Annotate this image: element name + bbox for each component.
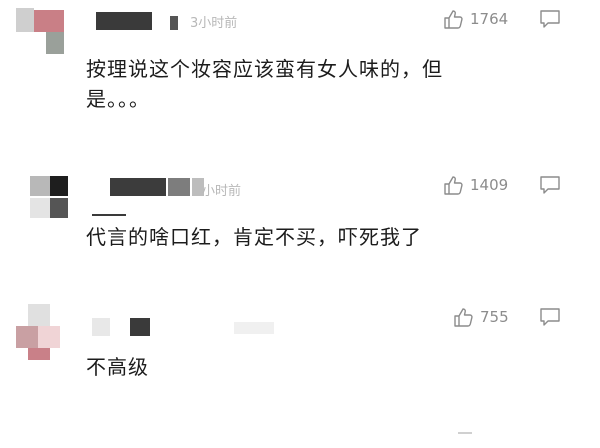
like-button[interactable]: 1409 bbox=[442, 174, 508, 196]
thumbs-up-icon bbox=[442, 174, 464, 196]
like-count: 755 bbox=[480, 308, 509, 326]
comment-text: 不高级 bbox=[86, 355, 149, 379]
comment-text: 代言的啥口红，肯定不买，吓死我了 bbox=[86, 225, 422, 249]
comment-bubble-icon[interactable] bbox=[538, 8, 562, 30]
comment-item: 小时前 1409 代言的啥口红，肯定不买，吓死我了 bbox=[0, 168, 600, 288]
like-count: 1764 bbox=[470, 10, 509, 28]
comment-text: 按理说这个妆容应该蛮有女人味的，但是。。。 bbox=[86, 57, 443, 111]
comment-item: 3小时前 1764 按理说这个妆容应该蛮有女人味的，但是。。。 bbox=[0, 0, 600, 140]
avatar[interactable] bbox=[16, 304, 72, 360]
thumbs-up-icon bbox=[452, 306, 474, 328]
comment-item: 755 不高级 bbox=[0, 300, 600, 420]
avatar[interactable] bbox=[16, 172, 72, 228]
time-placeholder bbox=[234, 322, 274, 334]
avatar[interactable] bbox=[16, 4, 72, 60]
comment-time: 3小时前 bbox=[190, 16, 238, 31]
scroll-indicator bbox=[458, 432, 472, 440]
comment-time: 小时前 bbox=[202, 184, 242, 199]
like-button[interactable]: 755 bbox=[452, 306, 509, 328]
like-count: 1409 bbox=[470, 176, 509, 194]
comment-bubble-icon[interactable] bbox=[538, 306, 562, 328]
divider-mark bbox=[92, 214, 126, 216]
thumbs-up-icon bbox=[442, 8, 464, 30]
comment-bubble-icon[interactable] bbox=[538, 174, 562, 196]
like-button[interactable]: 1764 bbox=[442, 8, 508, 30]
